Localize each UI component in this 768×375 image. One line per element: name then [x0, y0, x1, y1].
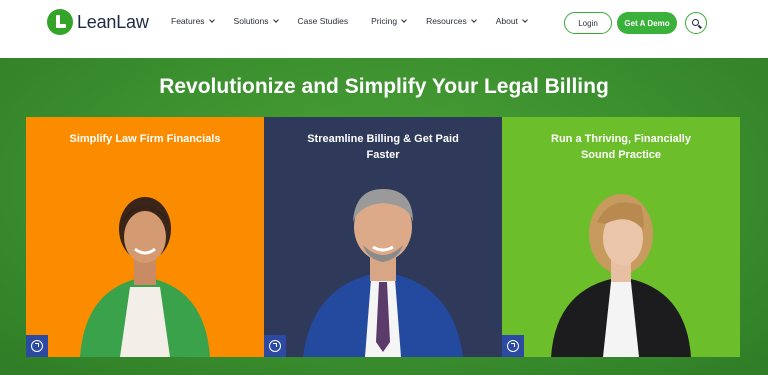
nav-features[interactable]: Features: [171, 16, 215, 26]
get-demo-button[interactable]: Get A Demo: [617, 12, 677, 34]
feature-card-billing[interactable]: Streamline Billing & Get Paid Faster: [264, 117, 502, 357]
nav-about[interactable]: About: [495, 16, 528, 26]
feature-card-financials[interactable]: Simplify Law Firm Financials: [26, 117, 264, 357]
chevron-down-icon: [272, 17, 279, 23]
search-icon-handle: [698, 24, 702, 29]
main-nav: Features Solutions Case Studies Pricing …: [171, 16, 547, 26]
login-button[interactable]: Login: [564, 12, 612, 34]
logo[interactable]: LeanLaw: [47, 9, 149, 35]
card-title: Simplify Law Firm Financials: [69, 133, 221, 145]
woman-black-blazer-photo: [541, 172, 701, 357]
nav-solutions[interactable]: Solutions: [233, 16, 279, 26]
card-link-button[interactable]: [502, 335, 524, 357]
card-title: Run a Thriving, Financially Sound Practi…: [551, 133, 691, 161]
hero-title: Revolutionize and Simplify Your Legal Bi…: [159, 75, 609, 98]
site-header: LeanLaw Features Solutions Case Studies …: [0, 0, 768, 58]
nav-resources-label: Resources: [426, 16, 467, 26]
man-blue-suit-photo: [293, 167, 473, 357]
nav-features-label: Features: [171, 16, 205, 26]
arrow-up-right-icon: [511, 343, 515, 347]
chevron-down-icon: [470, 17, 477, 23]
chevron-down-icon: [522, 17, 528, 23]
logo-text: LeanLaw: [77, 11, 149, 32]
arrow-up-right-icon: [35, 343, 39, 347]
chevron-down-icon: [208, 17, 215, 23]
woman-green-jacket-photo: [60, 167, 230, 357]
nav-solutions-label: Solutions: [233, 16, 269, 26]
card-title: Streamline Billing & Get Paid Faster: [307, 133, 459, 161]
feature-card-practice[interactable]: Run a Thriving, Financially Sound Practi…: [502, 117, 740, 357]
nav-case-studies-label: Case Studies: [297, 16, 349, 26]
leanlaw-logo-icon: [47, 9, 73, 35]
nav-case-studies[interactable]: Case Studies: [298, 16, 349, 26]
nav-pricing-label: Pricing: [371, 16, 398, 26]
hero-section: Revolutionize and Simplify Your Legal Bi…: [0, 58, 768, 375]
nav-about-label: About: [495, 16, 518, 26]
chevron-down-icon: [401, 17, 407, 23]
card-link-button[interactable]: [26, 335, 48, 357]
card-link-button[interactable]: [264, 335, 286, 357]
nav-resources[interactable]: Resources: [426, 16, 477, 26]
search-button[interactable]: [685, 12, 707, 34]
arrow-up-right-icon: [273, 343, 277, 347]
nav-pricing[interactable]: Pricing: [371, 16, 407, 26]
